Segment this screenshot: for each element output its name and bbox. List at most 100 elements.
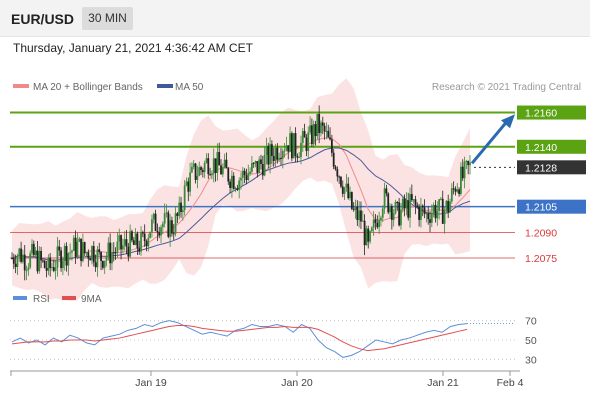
- candle-body: [20, 248, 22, 262]
- candle-body: [238, 180, 241, 190]
- candle-body: [152, 213, 155, 220]
- candle-body: [254, 161, 257, 164]
- candle-body: [183, 185, 186, 211]
- candle-body: [54, 267, 57, 271]
- candle-body: [163, 213, 166, 224]
- candle-body: [300, 142, 302, 158]
- candle-body: [425, 213, 428, 215]
- candle-body: [340, 176, 342, 187]
- candle-body: [278, 157, 281, 160]
- price-chart: MA 20 + Bollinger Bands MA 50 Research ©…: [10, 78, 586, 389]
- candle-body: [376, 222, 379, 228]
- candle-body: [241, 170, 244, 178]
- candle-body: [231, 175, 233, 189]
- candle-body: [316, 113, 319, 137]
- candle-body: [40, 250, 42, 261]
- candle-body: [325, 130, 328, 132]
- candle-body: [192, 163, 195, 167]
- candle-body: [129, 231, 132, 257]
- candle-body: [132, 240, 135, 245]
- candle-body: [336, 169, 339, 177]
- chart-widget: EUR/USD 30 MIN Thursday, January 21, 202…: [0, 0, 590, 400]
- candle-body: [96, 249, 99, 268]
- candle-body: [281, 151, 284, 159]
- candle-body: [172, 233, 175, 235]
- ma9-legend-swatch: [62, 296, 76, 300]
- candle-body: [120, 235, 122, 250]
- level-label-1.2090: 1.2090: [525, 227, 557, 239]
- candle-body: [58, 246, 61, 251]
- candle-body: [127, 246, 130, 257]
- candle-body: [149, 231, 152, 238]
- candle-body: [414, 199, 417, 206]
- candle-body: [31, 243, 33, 254]
- candle-body: [265, 145, 268, 155]
- candle-body: [72, 237, 75, 251]
- candle-body: [25, 270, 28, 272]
- candle-body: [370, 227, 373, 232]
- candle-body: [456, 189, 459, 192]
- candle-body: [305, 137, 308, 151]
- candle-body: [154, 213, 157, 231]
- candle-body: [47, 257, 50, 271]
- candle-body: [98, 249, 101, 253]
- candle-body: [307, 132, 310, 151]
- candle-body: [392, 213, 395, 220]
- candle-body: [272, 155, 275, 161]
- candle-body: [410, 194, 413, 201]
- level-label-1.2128: 1.2128: [525, 162, 557, 174]
- candle-body: [218, 152, 221, 166]
- candle-body: [440, 198, 442, 200]
- candle-body: [400, 209, 402, 226]
- candle-body: [51, 267, 53, 269]
- candle-body: [76, 241, 79, 257]
- candle-body: [263, 154, 266, 176]
- candle-body: [71, 250, 73, 253]
- candle-body: [327, 130, 330, 138]
- candle-body: [116, 241, 119, 253]
- candle-body: [105, 256, 108, 261]
- candle-body: [447, 200, 450, 213]
- candle-body: [321, 122, 324, 126]
- candle-body: [176, 213, 179, 216]
- rsi-legend-label: RSI: [33, 294, 50, 305]
- candle-body: [151, 219, 153, 232]
- candle-body: [205, 158, 208, 163]
- candle-body: [461, 166, 464, 179]
- candle-body: [423, 207, 426, 214]
- candle-body: [438, 199, 441, 211]
- candle-body: [227, 168, 230, 182]
- candle-body: [201, 170, 204, 173]
- candle-body: [114, 252, 117, 254]
- candle-body: [36, 250, 39, 272]
- candle-body: [49, 257, 52, 268]
- candle-body: [334, 166, 337, 170]
- candle-body: [280, 157, 282, 159]
- candle-body: [207, 158, 210, 175]
- candle-body: [287, 145, 290, 152]
- candle-body: [145, 241, 148, 247]
- candle-body: [298, 157, 301, 159]
- candle-body: [412, 199, 415, 201]
- candle-body: [41, 260, 44, 262]
- candle-body: [156, 230, 159, 233]
- candle-body: [310, 125, 313, 145]
- candle-body: [160, 227, 162, 236]
- candle-body: [314, 124, 317, 137]
- candle-body: [354, 206, 357, 210]
- candle-body: [416, 205, 419, 207]
- candle-body: [121, 245, 124, 250]
- candle-body: [18, 248, 21, 257]
- candle-body: [134, 233, 137, 245]
- candle-body: [345, 183, 348, 188]
- candle-body: [454, 188, 457, 192]
- candle-body: [341, 186, 344, 194]
- candle-body: [383, 188, 386, 209]
- candle-body: [403, 198, 406, 209]
- candle-body: [360, 210, 362, 222]
- candle-body: [61, 260, 64, 269]
- candle-body: [67, 253, 70, 266]
- candle-body: [209, 174, 212, 176]
- candle-body: [221, 167, 224, 175]
- candle-body: [469, 162, 471, 166]
